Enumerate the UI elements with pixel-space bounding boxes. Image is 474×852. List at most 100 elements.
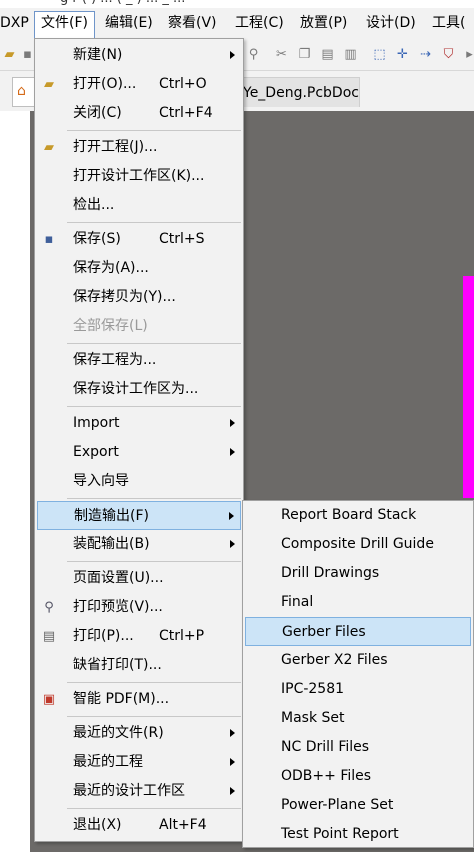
menu-item-default-print[interactable]: 缺省打印(T)... (35, 651, 243, 680)
menu-separator (67, 343, 241, 344)
menu-item-print-preview[interactable]: ⚲ 打印预览(V)... (35, 593, 243, 622)
menu-item-label: 制造输出(F) (74, 508, 149, 524)
printer-icon: ▤ (42, 629, 56, 644)
menu-item-label: Power-Plane Set (281, 797, 394, 813)
menu-item-new[interactable]: 新建(N) (35, 41, 243, 70)
menu-item-recent-files[interactable]: 最近的文件(R) (35, 719, 243, 748)
submenu-arrow-icon (230, 758, 235, 766)
menu-item-assembly-outputs[interactable]: 装配输出(B) (35, 530, 243, 559)
print-preview-icon: ⚲ (44, 600, 54, 615)
menu-item-label: Gerber X2 Files (281, 652, 388, 668)
menu-item-label: 退出(X) (73, 817, 122, 833)
menu-separator (67, 130, 241, 131)
cut-icon[interactable]: ✂ (274, 47, 289, 62)
menu-view[interactable]: 察看(V) (168, 12, 217, 34)
submenu-item-ipc-2581[interactable]: IPC-2581 (243, 675, 473, 704)
menu-item-exit[interactable]: 退出(X) Alt+F4 (35, 811, 243, 840)
menu-item-label: 页面设置(U)... (73, 570, 164, 586)
menu-item-fabrication-outputs[interactable]: 制造输出(F) (37, 501, 241, 530)
pdf-icon: ▣ (42, 692, 56, 707)
menu-item-label: 导入向导 (73, 473, 129, 489)
select-area-icon[interactable]: ⬚ (372, 47, 387, 62)
menu-item-label: 打开工程(J)... (73, 139, 158, 155)
menu-item-label: Test Point Report (281, 826, 399, 842)
more-icon[interactable]: ▸ (462, 47, 474, 62)
menu-item-label: Final (281, 594, 314, 610)
move-icon[interactable]: ✛ (395, 47, 410, 62)
file-menu: 新建(N) ▰ 打开(O)... Ctrl+O 关闭(C) Ctrl+F4 ▰ … (34, 38, 244, 842)
menu-item-export[interactable]: Export (35, 438, 243, 467)
menu-item-label: 保存拷贝为(Y)... (73, 289, 176, 305)
menu-item-label: 缺省打印(T)... (73, 657, 162, 673)
submenu-arrow-icon (230, 51, 235, 59)
menu-item-shortcut: Ctrl+F4 (159, 105, 213, 121)
submenu-arrow-icon (230, 448, 235, 456)
submenu-item-drill-drawings[interactable]: Drill Drawings (243, 559, 473, 588)
home-tab[interactable]: ⌂ (12, 77, 36, 107)
menu-item-shortcut: Ctrl+S (159, 231, 205, 247)
menu-item-recent-workspaces[interactable]: 最近的设计工作区 (35, 777, 243, 806)
menu-item-save-all: 全部保存(L) (35, 312, 243, 341)
menu-dxp[interactable]: DXP (0, 12, 29, 34)
menu-place[interactable]: 放置(P) (300, 12, 347, 34)
open-folder-icon: ▰ (44, 77, 54, 92)
menu-item-checkout[interactable]: 检出... (35, 191, 243, 220)
rubber-stamp-icon[interactable]: ▥ (343, 47, 358, 62)
menu-item-smart-pdf[interactable]: ▣ 智能 PDF(M)... (35, 685, 243, 714)
menu-item-label: ODB++ Files (281, 768, 372, 784)
menu-item-label: IPC-2581 (281, 681, 345, 697)
menu-item-import-wizard[interactable]: 导入向导 (35, 467, 243, 496)
menu-item-label: Export (73, 444, 119, 460)
submenu-item-mask-set[interactable]: Mask Set (243, 704, 473, 733)
menu-item-label: 打印预览(V)... (73, 599, 163, 615)
menu-item-print[interactable]: ▤ 打印(P)... Ctrl+P (35, 622, 243, 651)
menu-design[interactable]: 设计(D) (366, 12, 416, 34)
menu-item-import[interactable]: Import (35, 409, 243, 438)
submenu-arrow-icon (230, 787, 235, 795)
select-icon[interactable]: ⚲ (246, 47, 261, 62)
menu-item-close[interactable]: 关闭(C) Ctrl+F4 (35, 99, 243, 128)
menu-item-label: NC Drill Files (281, 739, 370, 755)
menu-item-save-workspace-as[interactable]: 保存设计工作区为... (35, 375, 243, 404)
menu-item-save-as[interactable]: 保存为(A)... (35, 254, 243, 283)
menu-item-label: 装配输出(B) (73, 536, 150, 552)
menu-item-open-workspace[interactable]: 打开设计工作区(K)... (35, 162, 243, 191)
menu-item-label: Drill Drawings (281, 565, 380, 581)
save-icon[interactable]: ▪ (20, 47, 35, 62)
menu-item-page-setup[interactable]: 页面设置(U)... (35, 564, 243, 593)
menu-item-label: 检出... (73, 197, 115, 213)
menu-edit[interactable]: 编辑(E) (105, 12, 153, 34)
menu-item-open[interactable]: ▰ 打开(O)... Ctrl+O (35, 70, 243, 99)
submenu-item-final[interactable]: Final (243, 588, 473, 617)
menu-project[interactable]: 工程(C) (235, 12, 284, 34)
submenu-item-gerber-files[interactable]: Gerber Files (245, 617, 471, 646)
paste-icon[interactable]: ▤ (320, 47, 335, 62)
menu-item-save-copy-as[interactable]: 保存拷贝为(Y)... (35, 283, 243, 312)
submenu-item-gerber-x2-files[interactable]: Gerber X2 Files (243, 646, 473, 675)
submenu-item-test-point-report[interactable]: Test Point Report (243, 820, 473, 849)
menu-item-save-project-as[interactable]: 保存工程为... (35, 346, 243, 375)
menu-tools[interactable]: 工具( (432, 12, 465, 34)
tab-pcb-document[interactable]: Ye_Deng.PcbDoc (236, 77, 360, 107)
menu-item-open-project[interactable]: ▰ 打开工程(J)... (35, 133, 243, 162)
submenu-item-composite-drill-guide[interactable]: Composite Drill Guide (243, 530, 473, 559)
menu-item-recent-projects[interactable]: 最近的工程 (35, 748, 243, 777)
menu-item-save[interactable]: ▪ 保存(S) Ctrl+S (35, 225, 243, 254)
menu-separator (67, 716, 241, 717)
open-folder-icon[interactable]: ▰ (2, 47, 17, 62)
submenu-item-odb-files[interactable]: ODB++ Files (243, 762, 473, 791)
menu-item-label: Composite Drill Guide (281, 536, 434, 552)
fabrication-outputs-submenu: Report Board Stack Composite Drill Guide… (242, 500, 474, 848)
clear-filter-icon[interactable]: ⛉ (441, 47, 456, 62)
copy-icon[interactable]: ❐ (297, 47, 312, 62)
submenu-item-nc-drill-files[interactable]: NC Drill Files (243, 733, 473, 762)
menu-item-label: Report Board Stack (281, 507, 417, 523)
menu-file[interactable]: 文件(F) (34, 11, 95, 41)
move-selection-icon[interactable]: ⇢ (418, 47, 433, 62)
save-icon: ▪ (44, 232, 54, 247)
submenu-item-power-plane-set[interactable]: Power-Plane Set (243, 791, 473, 820)
menu-bar: DXP 文件(F) 编辑(E) 察看(V) 工程(C) 放置(P) 设计(D) … (0, 8, 474, 41)
menu-item-label: Gerber Files (282, 624, 366, 640)
submenu-item-report-board-stack[interactable]: Report Board Stack (243, 501, 473, 530)
menu-item-label: 打印(P)... (73, 628, 134, 644)
